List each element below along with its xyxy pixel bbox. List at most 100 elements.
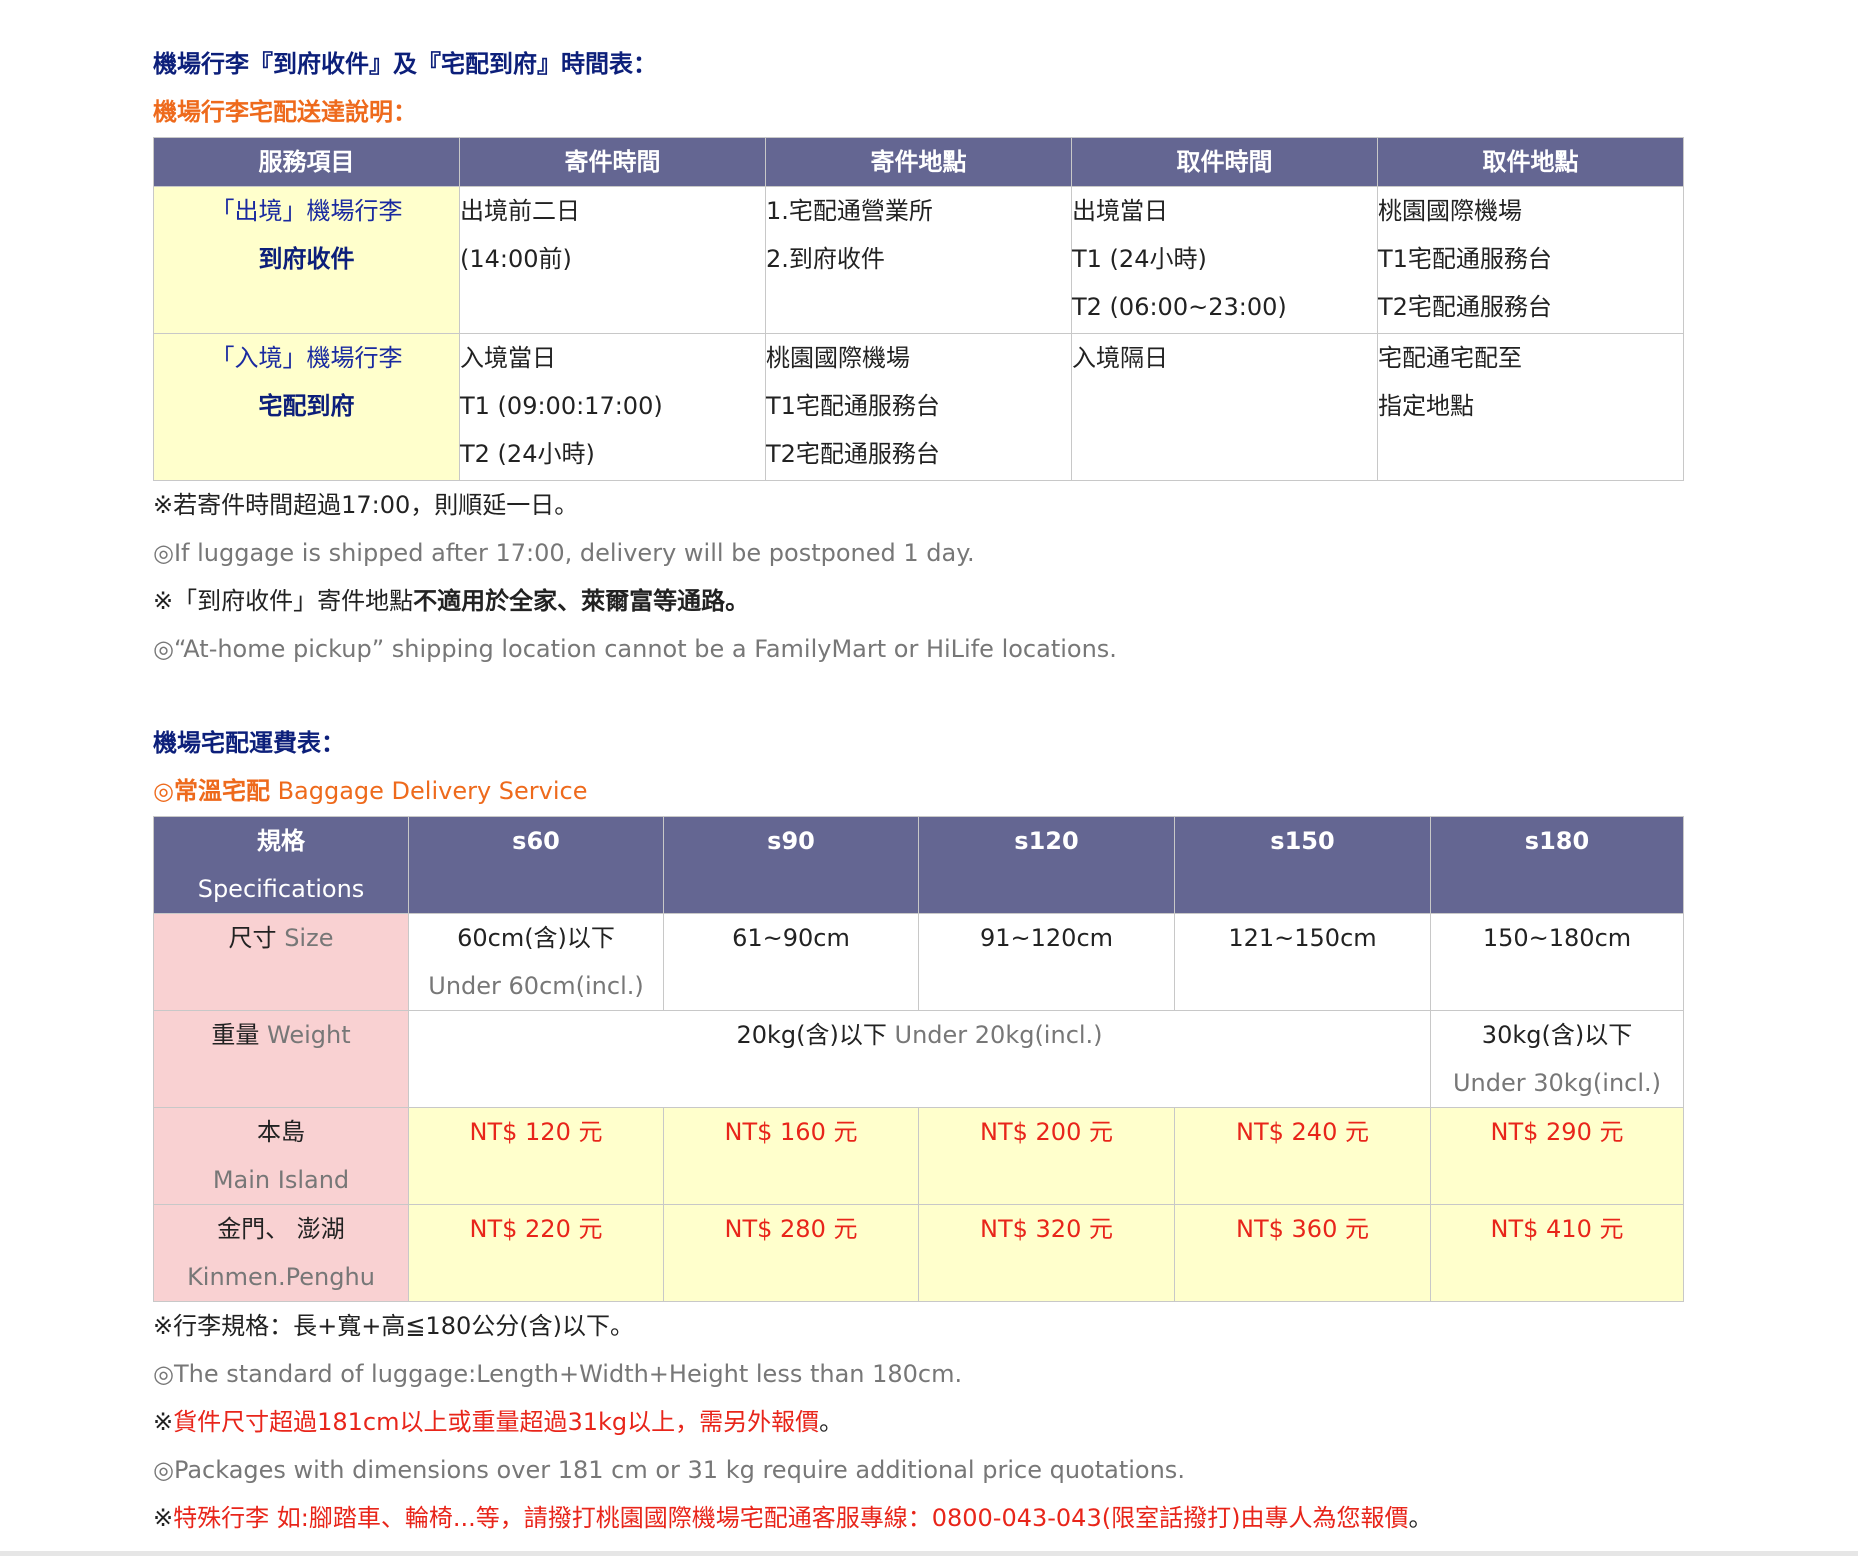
price-cell: NT$ 360 元 [1174,1204,1431,1302]
send-place-cell: 1.宅配通營業所 2.到府收件 [765,186,1072,334]
price-cell: NT$ 160 元 [663,1107,919,1205]
send-place-cell: 桃園國際機場 T1宅配通服務台 T2宅配通服務台 [765,333,1072,481]
note-oversize-en: ◎Packages with dimensions over 181 cm or… [153,1456,1185,1484]
note-special-text: 特殊行李 如:腳踏車、輪椅...等，請撥打桃園國際機場宅配通客服專線：0800-… [173,1504,1409,1532]
cell-line: 出境前二日 [460,197,580,225]
note-prefix: ※「到府收件」寄件地點 [153,587,414,615]
cell-line: 2.到府收件 [766,245,885,273]
note-mark: ※ [153,1504,174,1532]
header-size-s150: s150 [1174,816,1431,914]
header-size-s60: s60 [408,816,664,914]
weight-label-cell: 重量 Weight [153,1010,409,1108]
size-value-en: Under 60cm(incl.) [428,972,644,1000]
rate-header-row: 規格 Specifications s60 s90 s120 s150 s180 [153,816,1684,914]
note-end: 。 [819,1408,844,1436]
size-value-cell: 60cm(含)以下 Under 60cm(incl.) [408,913,664,1011]
pick-time-cell: 出境當日 T1 (24小時) T2 (06:00~23:00) [1071,186,1378,334]
size-value-cell: 121~150cm [1174,913,1431,1011]
service-outbound: 「出境」機場行李 到府收件 [153,186,460,334]
service-inbound: 「入境」機場行李 宅配到府 [153,333,460,481]
service-sub: 到府收件 [258,245,355,273]
rate-subtitle-rest: Baggage Delivery Service [269,777,588,805]
price-cell: NT$ 200 元 [918,1107,1175,1205]
header-send-place: 寄件地點 [765,137,1072,187]
header-service: 服務項目 [153,137,460,187]
table-row: 本島 Main Island NT$ 120 元 NT$ 160 元 NT$ 2… [153,1107,1684,1205]
weight-last-cell: 30kg(含)以下 Under 30kg(incl.) [1430,1010,1684,1108]
service-label: 「入境」機場行李 [210,344,403,372]
price-cell: NT$ 410 元 [1430,1204,1684,1302]
header-pick-place: 取件地點 [1377,137,1684,187]
rate-subtitle-bold: ◎常溫宅配 [153,777,270,805]
service-sub: 宅配到府 [258,392,355,420]
note-postpone: ※若寄件時間超過17:00，則順延一日。 [153,491,579,519]
note-bold: 不適用於全家、萊爾富等通路。 [413,587,750,615]
note-special-luggage: ※特殊行李 如:腳踏車、輪椅...等，請撥打桃園國際機場宅配通客服專線：0800… [153,1494,1683,1542]
weight-last-en: Under 30kg(incl.) [1452,1069,1662,1097]
pick-place-cell: 宅配通宅配至 指定地點 [1377,333,1684,481]
cell-line: 入境當日 [460,344,556,372]
table-row: 重量 Weight 20kg(含)以下 Under 20kg(incl.) 30… [153,1010,1684,1108]
note-pickup-restriction: ※「到府收件」寄件地點不適用於全家、萊爾富等通路。 [153,577,1683,625]
service-label: 「出境」機場行李 [210,197,403,225]
rate-table: 規格 Specifications s60 s90 s120 s150 s180… [153,816,1684,1302]
send-time-cell: 入境當日 T1 (09:00:17:00) T2 (24小時) [459,333,766,481]
main-island-label: 本島 [257,1118,305,1146]
cell-line: T2宅配通服務台 [1378,293,1552,321]
table-row: 「出境」機場行李 到府收件 出境前二日 (14:00前) 1.宅配通營業所 2.… [153,186,1684,334]
weight-label: 重量 [211,1021,260,1049]
page: 機場行李『到府收件』及『宅配到府』時間表： 機場行李宅配送達說明： 服務項目 寄… [153,0,1684,1542]
cell-line: T2 (06:00~23:00) [1072,293,1287,321]
size-value-cell: 91~120cm [918,913,1175,1011]
weight-label-en: Weight [267,1021,351,1049]
weight-last: 30kg(含)以下 [1481,1021,1633,1049]
price-cell: NT$ 280 元 [663,1204,919,1302]
schedule-header-row: 服務項目 寄件時間 寄件地點 取件時間 取件地點 [153,137,1684,187]
cell-line: T1宅配通服務台 [766,392,940,420]
note-pickup-restriction-en: ◎“At-home pickup” shipping location cann… [153,635,1117,663]
price-cell: NT$ 240 元 [1174,1107,1431,1205]
cell-line: 宅配通宅配至 [1378,344,1522,372]
outer-island-label-cell: 金門、 澎湖 Kinmen.Penghu [153,1204,409,1302]
table-row: 尺寸 Size 60cm(含)以下 Under 60cm(incl.) 61~9… [153,913,1684,1011]
header-spec: 規格 Specifications [153,816,409,914]
size-label-en: Size [284,924,334,952]
cell-line: 出境當日 [1072,197,1168,225]
cell-line: 桃園國際機場 [1378,197,1522,225]
spec-label: 規格 [257,827,305,855]
header-size-s90: s90 [663,816,919,914]
price-cell: NT$ 220 元 [408,1204,664,1302]
size-value-cell: 61~90cm [663,913,919,1011]
outer-island-label-en: Kinmen.Penghu [187,1263,375,1291]
size-label-cell: 尺寸 Size [153,913,409,1011]
weight-main: 20kg(含)以下 [736,1021,887,1049]
size-label: 尺寸 [228,924,277,952]
main-island-label-cell: 本島 Main Island [153,1107,409,1205]
note-end: 。 [1408,1504,1433,1532]
bottom-divider [0,1551,1858,1556]
cell-line: T1 (24小時) [1072,245,1207,273]
cell-line: T2 (24小時) [460,440,595,468]
header-send-time: 寄件時間 [459,137,766,187]
header-pick-time: 取件時間 [1071,137,1378,187]
cell-line: 桃園國際機場 [766,344,910,372]
note-postpone-en: ◎If luggage is shipped after 17:00, deli… [153,539,975,567]
note-mark: ※ [153,1408,174,1436]
size-value: 60cm(含)以下 [457,924,615,952]
price-cell: NT$ 320 元 [918,1204,1175,1302]
cell-line: T1 (09:00:17:00) [460,392,663,420]
outer-island-label: 金門、 澎湖 [217,1215,345,1243]
cell-line: 指定地點 [1378,392,1474,420]
note-oversize-text: 貨件尺寸超過181cm以上或重量超過31kg以上，需另外報價 [173,1408,820,1436]
rate-subtitle: ◎常溫宅配 Baggage Delivery Service [153,767,1683,815]
price-cell: NT$ 290 元 [1430,1107,1684,1205]
send-time-cell: 出境前二日 (14:00前) [459,186,766,334]
rate-title: 機場宅配運費表： [153,729,345,757]
main-island-label-en: Main Island [212,1166,350,1194]
size-value-cell: 150~180cm [1430,913,1684,1011]
table-row: 金門、 澎湖 Kinmen.Penghu NT$ 220 元 NT$ 280 元… [153,1204,1684,1302]
note-luggage-standard: ※行李規格：長+寬+高≦180公分(含)以下。 [153,1312,634,1340]
cell-line: (14:00前) [460,245,572,273]
header-size-s120: s120 [918,816,1175,914]
note-luggage-standard-en: ◎The standard of luggage:Length+Width+He… [153,1360,963,1388]
